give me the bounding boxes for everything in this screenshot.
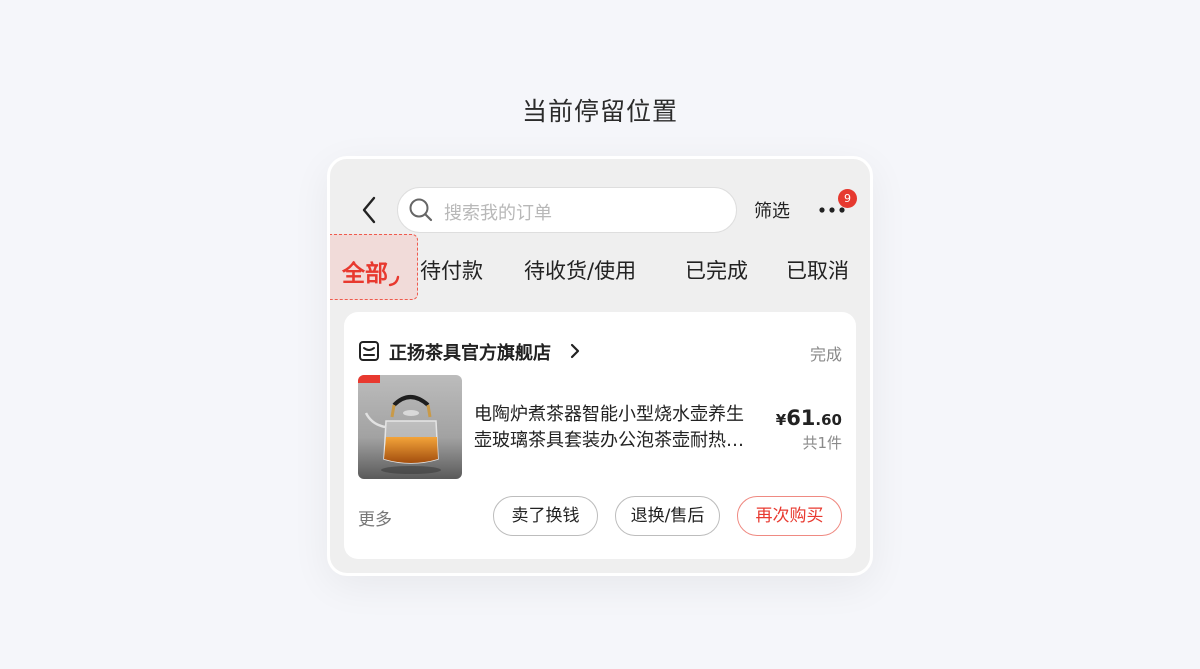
shop-name[interactable]: 正扬茶具官方旗舰店	[389, 339, 551, 365]
product-image[interactable]	[358, 375, 462, 479]
more-menu-button[interactable]: 9	[816, 189, 857, 229]
tab-active-indicator	[388, 275, 400, 287]
teapot-image	[358, 375, 462, 479]
tab-all[interactable]: 全部	[342, 254, 388, 288]
search-icon	[409, 198, 433, 222]
order-tabs: 全部 待付款 待收货/使用 已完成 已取消	[330, 237, 870, 303]
chevron-right-icon[interactable]	[569, 342, 581, 360]
sell-button[interactable]: 卖了换钱	[493, 496, 598, 536]
page-caption: 当前停留位置	[521, 97, 678, 126]
phone-frame: 搜索我的订单 筛选 9 全部 待付款 待收货/使用 已完成 已取消 正扬茶具官方…	[327, 156, 873, 576]
search-placeholder: 搜索我的订单	[444, 203, 552, 224]
product-title-line2: 壶玻璃茶具套装办公泡茶壶耐热…	[474, 430, 744, 451]
price-symbol: ¥	[775, 411, 787, 429]
shop-icon	[359, 341, 379, 361]
tab-pending-payment[interactable]: 待付款	[420, 255, 483, 285]
refund-button[interactable]: 退换/售后	[615, 496, 720, 536]
tab-pending-receipt[interactable]: 待收货/使用	[524, 255, 636, 285]
filter-button[interactable]: 筛选	[754, 197, 790, 223]
product-quantity: 共1件	[802, 434, 842, 452]
tab-completed[interactable]: 已完成	[685, 255, 748, 285]
product-title-line1: 电陶炉煮茶器智能小型烧水壶养生	[474, 404, 744, 425]
rebuy-button[interactable]: 再次购买	[737, 496, 842, 536]
more-actions-link[interactable]: 更多	[358, 505, 392, 530]
back-arrow-icon[interactable]	[358, 195, 380, 225]
tab-cancelled[interactable]: 已取消	[786, 255, 849, 285]
price-decimal: .60	[815, 411, 842, 429]
price-integer: 61	[786, 406, 816, 430]
product-title[interactable]: 电陶炉煮茶器智能小型烧水壶养生 壶玻璃茶具套装办公泡茶壶耐热…	[474, 402, 774, 454]
order-status: 完成	[809, 345, 842, 364]
product-price: ¥61.60	[776, 406, 842, 430]
more-dots-icon	[819, 207, 845, 213]
order-card[interactable]: 正扬茶具官方旗舰店 完成 电陶炉煮茶器智能小型烧水壶养生 壶玻璃茶具套装办公泡茶…	[344, 312, 856, 559]
search-input[interactable]: 搜索我的订单	[397, 187, 737, 233]
notification-badge: 9	[838, 189, 857, 208]
